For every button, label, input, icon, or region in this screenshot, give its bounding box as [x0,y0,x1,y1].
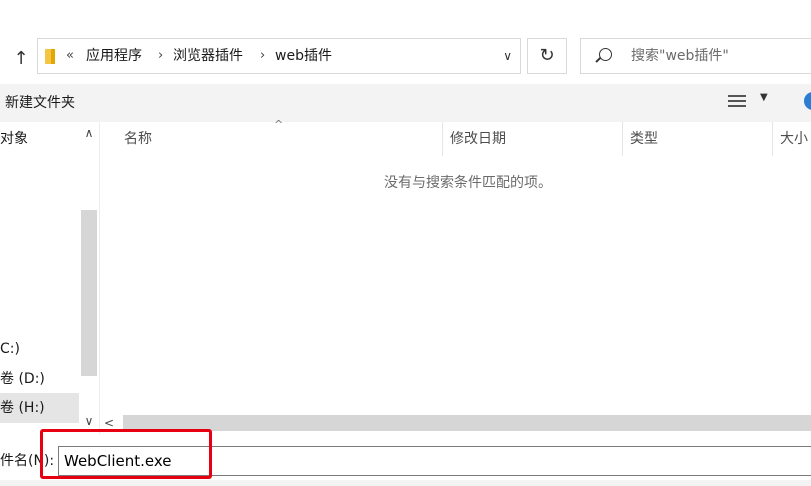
nav-item-drive-c[interactable]: C:) [0,334,20,364]
nav-item-objects[interactable]: 对象 [0,124,28,154]
column-header-modified[interactable]: 修改日期 [450,122,506,156]
search-icon [599,48,612,61]
sort-caret-icon: ^ [274,118,284,131]
hscroll-thumb[interactable] [123,415,811,431]
nav-item-drive-d[interactable]: 卷 (D:) [0,364,45,394]
new-folder-button[interactable]: 新建文件夹 [5,84,75,122]
toolbar [0,84,811,122]
column-divider[interactable] [442,122,443,156]
column-divider[interactable] [622,122,623,156]
view-dropdown-icon[interactable]: ▼ [760,92,768,103]
scroll-down-icon[interactable]: ∨ [79,414,99,428]
folder-icon [45,49,55,64]
column-header-name[interactable]: 名称 [124,122,152,156]
bottom-strip [0,480,811,486]
breadcrumb-separator[interactable]: › [158,39,163,73]
refresh-icon: ↻ [539,45,555,66]
chevron-down-icon[interactable]: ∨ [503,39,512,73]
breadcrumb-apps[interactable]: 应用程序 [86,39,142,73]
nav-item-drive-h[interactable]: 卷 (H:) [0,393,79,423]
highlight-annotation-box [40,429,212,479]
column-header-size[interactable]: 大小 [780,122,808,156]
pane-divider[interactable] [99,122,100,434]
empty-results-message: 没有与搜索条件匹配的项。 [384,175,552,191]
nav-scrollbar[interactable]: ∧ ∨ [79,122,99,434]
column-divider[interactable] [772,122,773,156]
refresh-button[interactable]: ↻ [527,38,567,74]
view-options-icon[interactable] [728,95,746,109]
up-arrow-icon[interactable]: ↑ [10,46,32,72]
column-header-type[interactable]: 类型 [630,122,658,156]
breadcrumb-separator[interactable]: › [260,39,265,73]
address-bar[interactable]: « 应用程序 › 浏览器插件 › web插件 ∨ [37,38,521,74]
breadcrumb-web-plugins[interactable]: web插件 [275,39,332,73]
scroll-up-icon[interactable]: ∧ [79,126,99,140]
search-input[interactable]: 搜索"web插件" [631,39,729,73]
overflow-chevron-icon[interactable]: « [66,39,74,73]
nav-scroll-thumb[interactable] [81,210,97,376]
search-box[interactable]: 搜索"web插件" [580,38,811,74]
breadcrumb-browser-plugins[interactable]: 浏览器插件 [173,39,243,73]
